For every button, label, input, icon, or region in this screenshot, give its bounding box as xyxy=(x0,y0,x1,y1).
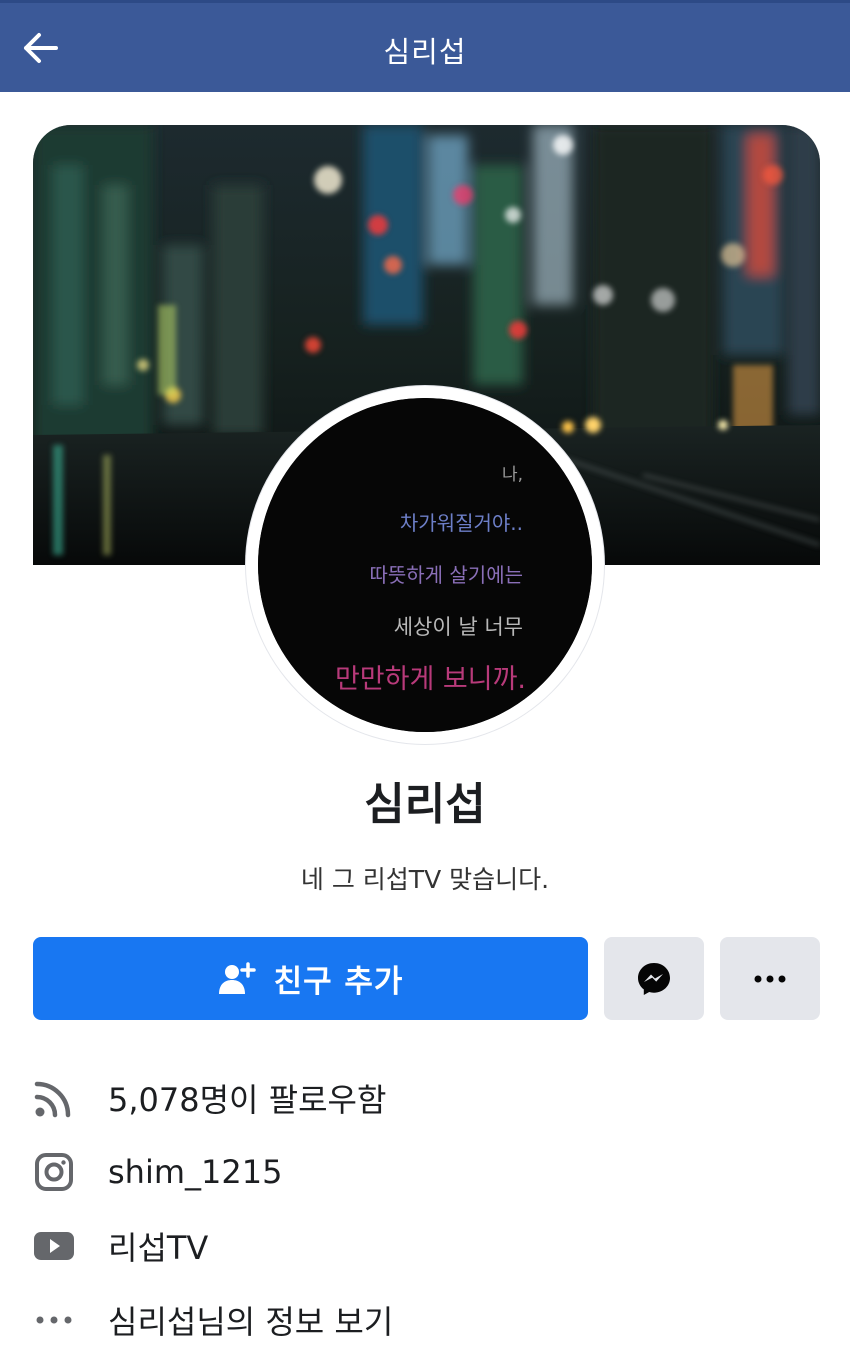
avatar-image: 나, 차가워질거야.. 따뜻하게 살기에는 세상이 날 너무 만만하게 보니까. xyxy=(258,398,592,732)
youtube-row[interactable]: 리섭TV xyxy=(0,1208,850,1284)
page-title: 심리섭 xyxy=(383,35,467,69)
add-friend-label: 친구 추가 xyxy=(273,964,404,1000)
more-horizontal-icon xyxy=(754,975,786,982)
about-row[interactable]: 심리섭님의 정보 보기 xyxy=(0,1282,850,1358)
rss-icon xyxy=(33,1077,75,1119)
profile-bio: 네 그 리섭TV 맞습니다. xyxy=(300,865,550,894)
avatar-line-1: 나, xyxy=(502,465,523,485)
messenger-icon xyxy=(638,962,670,995)
profile-name: 심리섭 xyxy=(364,779,486,830)
instagram-row[interactable]: shim_1215 xyxy=(0,1134,850,1210)
followers-text: 5,078명이 팔로우함 xyxy=(108,1081,387,1119)
more-button[interactable] xyxy=(720,937,820,1020)
avatar-line-3: 따뜻하게 살기에는 xyxy=(369,563,523,587)
instagram-handle[interactable]: shim_1215 xyxy=(108,1153,282,1191)
followers-row: 5,078명이 팔로우함 xyxy=(0,1060,850,1136)
youtube-channel[interactable]: 리섭TV xyxy=(108,1223,208,1269)
add-friend-button[interactable]: 친구 추가 xyxy=(33,937,588,1020)
avatar-line-5: 만만하게 보니까. xyxy=(335,664,526,695)
messenger-button[interactable] xyxy=(604,937,704,1020)
more-horizontal-icon xyxy=(33,1299,75,1341)
add-person-icon xyxy=(218,961,256,994)
avatar-line-4: 세상이 날 너무 xyxy=(394,615,523,639)
youtube-icon xyxy=(33,1225,75,1267)
app-bar: 심리섭 xyxy=(0,0,850,92)
profile-avatar[interactable]: 나, 차가워질거야.. 따뜻하게 살기에는 세상이 날 너무 만만하게 보니까. xyxy=(246,386,604,744)
avatar-line-2: 차가워질거야.. xyxy=(400,511,523,535)
see-about-info[interactable]: 심리섭님의 정보 보기 xyxy=(108,1297,393,1343)
instagram-icon xyxy=(33,1151,75,1193)
